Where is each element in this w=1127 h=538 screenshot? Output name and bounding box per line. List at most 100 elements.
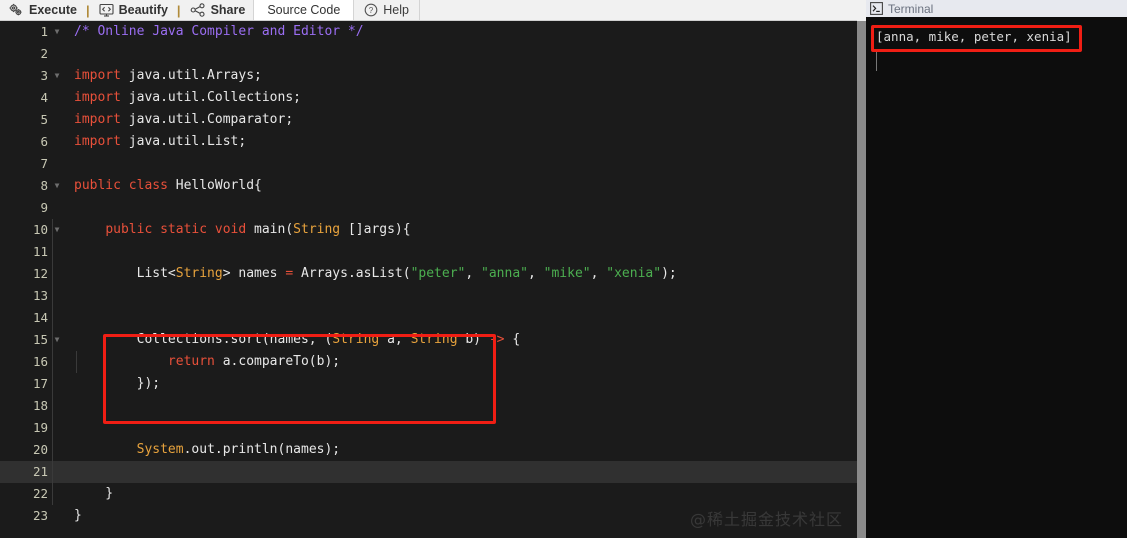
code-line[interactable]: 22 } [0, 483, 857, 505]
code-token-key: import [74, 68, 121, 83]
indent-guide [52, 285, 53, 307]
share-nodes-icon [190, 3, 206, 17]
line-number: 15 ▼ [0, 329, 59, 351]
code-line[interactable]: 21 [0, 461, 857, 483]
indent-guide [52, 307, 53, 329]
code-line[interactable]: 2 [0, 43, 857, 65]
code-token-type: System [136, 442, 184, 457]
indent-guide [52, 373, 53, 395]
line-number: 9 [40, 200, 48, 215]
help-label: Help [383, 3, 409, 17]
code-token-pln [74, 354, 168, 369]
line-number: 21 [32, 464, 48, 479]
code-token-pln: , [590, 266, 607, 281]
beautify-button[interactable]: Beautify [91, 0, 176, 20]
code-editor[interactable]: 1 ▼ /* Online Java Compiler and Editor */ 2… [0, 21, 857, 538]
line-number: 19 [32, 420, 48, 435]
line-number: 3 ▼ [0, 65, 59, 87]
terminal-pane: Terminal [anna, mike, peter, xenia] [866, 0, 1127, 538]
line-number: 22 [32, 486, 48, 501]
code-line[interactable]: 16 return a.compareTo(b); [0, 351, 857, 373]
code-line[interactable]: 5 import java.util.Comparator; [0, 109, 857, 131]
code-text: return a.compareTo(b); [52, 351, 857, 373]
code-token-com: /* Online Java Compiler and Editor */ [74, 24, 364, 39]
indent-guide [52, 439, 53, 461]
code-line[interactable]: 12 List<String> names = Arrays.asList("p… [0, 263, 857, 285]
code-text [52, 461, 857, 483]
terminal-title: Terminal [888, 1, 934, 16]
code-token-str: "mike" [543, 266, 591, 281]
code-token-pln: java.util.Collections; [120, 90, 301, 105]
code-lines-container: 1 ▼ /* Online Java Compiler and Editor */ 2… [0, 21, 857, 527]
share-button[interactable]: Share [182, 0, 254, 20]
code-text: System.out.println(names); [52, 439, 857, 461]
online-java-compiler-app: Execute | Beautify | Share Source Code ?… [0, 0, 1127, 538]
code-token-pln: { [504, 332, 521, 347]
code-token-key: public class [74, 178, 168, 193]
indent-guide [52, 241, 53, 263]
code-text: import java.util.Arrays; [52, 65, 857, 87]
code-line[interactable]: 1 ▼ /* Online Java Compiler and Editor */ [0, 21, 857, 43]
code-text: public class HelloWorld{ [52, 175, 857, 197]
code-line[interactable]: 18 [0, 395, 857, 417]
code-token-pln: java.util.Arrays; [120, 68, 262, 83]
code-token-pln: }); [74, 376, 161, 391]
code-line[interactable]: 19 [0, 417, 857, 439]
code-line[interactable]: 3 ▼ import java.util.Arrays; [0, 65, 857, 87]
line-number: 17 [32, 376, 48, 391]
help-button[interactable]: ? Help [354, 0, 420, 20]
terminal-body[interactable]: [anna, mike, peter, xenia] [866, 17, 1127, 538]
code-line[interactable]: 7 [0, 153, 857, 175]
code-token-pln: []args){ [340, 222, 411, 237]
code-text [52, 285, 857, 307]
code-token-op: = [285, 266, 294, 281]
code-token-pln: .out.println(names); [183, 442, 341, 457]
code-text: List<String> names = Arrays.asList("pete… [52, 263, 857, 285]
code-token-pln: > names [222, 266, 286, 281]
code-line[interactable]: 20 System.out.println(names); [0, 439, 857, 461]
code-line[interactable]: 8 ▼ public class HelloWorld{ [0, 175, 857, 197]
line-number: 14 [32, 310, 48, 325]
code-line[interactable]: 17 }); [0, 373, 857, 395]
code-text: /* Online Java Compiler and Editor */ [52, 21, 857, 43]
code-token-pln: ); [661, 266, 677, 281]
code-token-key: import [74, 90, 121, 105]
line-number: 5 [40, 112, 48, 127]
line-number: 8 ▼ [0, 175, 59, 197]
line-number: 10 ▼ [0, 219, 59, 241]
gears-icon [8, 3, 24, 17]
code-line[interactable]: 9 [0, 197, 857, 219]
terminal-cursor [876, 51, 877, 71]
code-line[interactable]: 11 [0, 241, 857, 263]
indent-guide [52, 395, 53, 417]
code-line[interactable]: 6 import java.util.List; [0, 131, 857, 153]
line-number: 4 [40, 90, 48, 105]
code-token-type: String [410, 332, 458, 347]
code-line[interactable]: 10 ▼ public static void main(String []arg… [0, 219, 857, 241]
code-token-pln: b) [457, 332, 489, 347]
code-token-type: String [175, 266, 223, 281]
code-line[interactable]: 13 [0, 285, 857, 307]
code-line[interactable]: 4 import java.util.Collections; [0, 87, 857, 109]
pane-divider-top [857, 0, 866, 21]
code-token-str: "anna" [481, 266, 528, 281]
code-token-key: import [74, 134, 121, 149]
line-number: 20 [32, 442, 48, 457]
code-token-key: return [167, 354, 215, 369]
toolbar: Execute | Beautify | Share Source Code ?… [0, 0, 857, 21]
code-text: Collections.sort(names, (String a, Strin… [52, 329, 857, 351]
line-number: 23 [32, 508, 48, 523]
code-text [52, 395, 857, 417]
code-line[interactable]: 14 [0, 307, 857, 329]
code-monitor-icon [99, 3, 114, 17]
pane-divider[interactable] [857, 0, 866, 538]
code-token-pln: java.util.Comparator; [120, 112, 294, 127]
code-line[interactable]: 15 ▼ Collections.sort(names, (String a, S… [0, 329, 857, 351]
line-number: 18 [32, 398, 48, 413]
code-text: import java.util.List; [52, 131, 857, 153]
execute-button[interactable]: Execute [0, 0, 85, 20]
indent-guide [52, 461, 53, 483]
tab-source-code[interactable]: Source Code [253, 0, 355, 20]
